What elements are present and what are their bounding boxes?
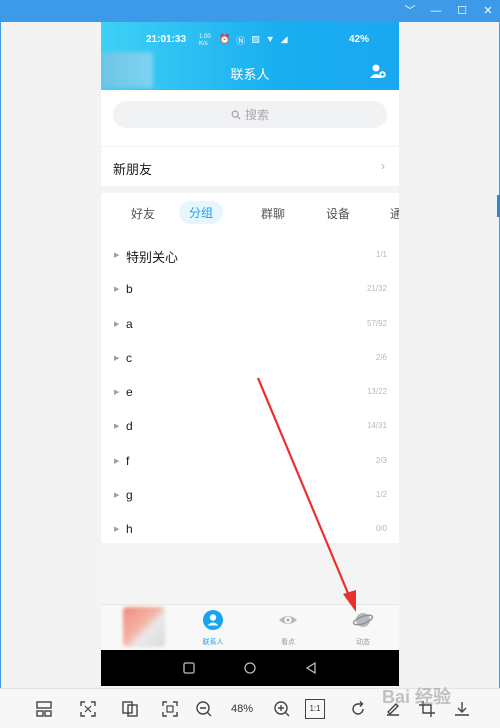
battery-text: 42% — [349, 34, 370, 45]
search-icon — [231, 110, 241, 119]
group-name: 特别关心 — [126, 250, 179, 265]
group-name: g — [126, 488, 133, 502]
group-count: 1/1 — [375, 250, 387, 259]
close-icon[interactable]: ✕ — [482, 3, 494, 19]
search-area: 搜索 — [101, 90, 399, 150]
watermark: Bai 经验 — [382, 687, 452, 707]
new-friend-row[interactable]: 新朋友 › — [101, 146, 399, 186]
cell-icon: ◢ — [280, 34, 288, 44]
phone-screenshot: 21:01:33 1.00 K/s ⏰ Ⓝ ▨ ▼ ◢ 42% 联系人 搜索 新… — [101, 22, 399, 686]
group-name: a — [126, 317, 133, 331]
signal-icon: ▨ — [251, 34, 260, 44]
expand-arrow-icon: ▶ — [114, 492, 120, 499]
zoom-in-icon[interactable] — [272, 699, 292, 719]
tab-more[interactable]: 通 — [390, 205, 399, 222]
actual-size-icon[interactable] — [160, 699, 180, 719]
group-name: d — [126, 419, 133, 433]
window-controls: ﹀ — ☐ ✕ — [404, 3, 494, 19]
section-divider — [101, 186, 399, 193]
maximize-icon[interactable]: ☐ — [456, 3, 468, 19]
status-time: 21:01:33 — [146, 34, 187, 45]
group-row[interactable]: ▶ d 14/31 — [101, 410, 399, 444]
group-name: e — [126, 385, 133, 399]
app-header: 21:01:33 1.00 K/s ⏰ Ⓝ ▨ ▼ ◢ 42% 联系人 — [101, 22, 399, 90]
tab-group-chats[interactable]: 群聊 — [261, 205, 285, 222]
group-name: h — [126, 522, 133, 536]
add-friend-icon[interactable] — [369, 62, 387, 80]
tab-devices[interactable]: 设备 — [326, 205, 350, 222]
page-title: 联系人 — [230, 67, 270, 82]
expand-arrow-icon: ▶ — [114, 286, 120, 293]
expand-arrow-icon: ▶ — [114, 526, 120, 533]
rotate-icon[interactable] — [348, 699, 368, 719]
group-count: 57/92 — [366, 319, 387, 328]
net-speed: 1.00 K/s — [199, 34, 211, 47]
group-count: 21/32 — [366, 284, 387, 293]
nav-moments[interactable]: 动态 — [338, 609, 388, 647]
expand-arrow-icon: ▶ — [114, 423, 120, 430]
bottom-nav: 联系人 看点 动态 — [101, 604, 399, 650]
group-row[interactable]: ▶ f 2/3 — [101, 445, 399, 479]
group-row[interactable]: ▶ b 21/32 — [101, 273, 399, 307]
group-name: c — [126, 351, 132, 365]
expand-arrow-icon: ▶ — [114, 458, 120, 465]
planet-icon — [352, 613, 374, 627]
group-name: f — [126, 454, 130, 468]
home-circle-icon[interactable] — [242, 660, 258, 676]
group-row[interactable]: ▶ 特别关心 1/1 — [101, 239, 399, 273]
group-count: 1/2 — [375, 490, 387, 499]
expand-arrow-icon: ▶ — [114, 389, 120, 396]
alarm-icon: ⏰ — [219, 34, 231, 44]
eye-icon — [279, 616, 297, 624]
search-input[interactable]: 搜索 — [113, 101, 387, 128]
nav-contacts[interactable]: 联系人 — [188, 609, 238, 647]
group-row[interactable]: ▶ a 57/92 — [101, 308, 399, 342]
group-count: 14/31 — [366, 421, 387, 430]
download-icon[interactable] — [452, 699, 472, 719]
new-friend-label: 新朋友 — [113, 162, 153, 177]
group-list: ▶ 特别关心 1/1 ▶ b 21/32 ▶ a 57/92 ▶ c 2/6 ▶… — [101, 233, 399, 543]
group-row[interactable]: ▶ c 2/6 — [101, 342, 399, 376]
chevron-right-icon: › — [381, 159, 385, 173]
group-count: 2/6 — [375, 353, 387, 362]
tab-friends[interactable]: 好友 — [131, 205, 155, 222]
nav-moments-label: 动态 — [356, 639, 370, 646]
group-count: 0/0 — [375, 524, 387, 533]
nfc-icon: Ⓝ — [236, 36, 246, 46]
expand-arrow-icon: ▶ — [114, 252, 120, 259]
group-name: b — [126, 282, 133, 296]
nav-highlights[interactable]: 看点 — [263, 609, 313, 647]
back-triangle-icon[interactable] — [303, 660, 319, 676]
fit-screen-icon[interactable] — [78, 699, 98, 719]
thumbnails-icon[interactable] — [34, 699, 54, 719]
search-placeholder: 搜索 — [244, 108, 269, 122]
contact-tabs: 好友 分组 群聊 设备 通 — [101, 193, 399, 233]
group-row[interactable]: ▶ e 13/22 — [101, 376, 399, 410]
one-to-one-button[interactable]: 1:1 — [305, 699, 325, 719]
group-row[interactable]: ▶ g 1/2 — [101, 479, 399, 513]
minimize-icon[interactable]: — — [430, 3, 442, 19]
window-title-bar: ﹀ — ☐ ✕ — [0, 0, 500, 22]
group-row[interactable]: ▶ h 0/0 — [101, 513, 399, 547]
nav-contacts-label: 联系人 — [202, 639, 224, 646]
expand-arrow-icon: ▶ — [114, 355, 120, 362]
group-count: 2/3 — [375, 456, 387, 465]
android-nav-bar — [101, 650, 399, 686]
group-count: 13/22 — [366, 387, 387, 396]
tab-groups[interactable]: 分组 — [179, 201, 224, 224]
empty-area — [101, 543, 399, 604]
collapse-icon[interactable]: ﹀ — [404, 3, 416, 19]
contacts-icon — [203, 610, 223, 630]
square-icon[interactable] — [181, 660, 197, 676]
nav-highlights-label: 看点 — [281, 639, 295, 646]
expand-arrow-icon: ▶ — [114, 321, 120, 328]
status-icons: 1.00 K/s ⏰ Ⓝ ▨ ▼ ◢ — [199, 34, 288, 48]
compare-icon[interactable] — [120, 699, 140, 719]
zoom-level: 48% — [231, 703, 254, 715]
wifi-icon: ▼ — [265, 34, 275, 44]
status-bar: 21:01:33 1.00 K/s ⏰ Ⓝ ▨ ▼ ◢ 42% — [101, 34, 399, 48]
zoom-out-icon[interactable] — [194, 699, 214, 719]
nav-avatar[interactable] — [123, 607, 165, 647]
